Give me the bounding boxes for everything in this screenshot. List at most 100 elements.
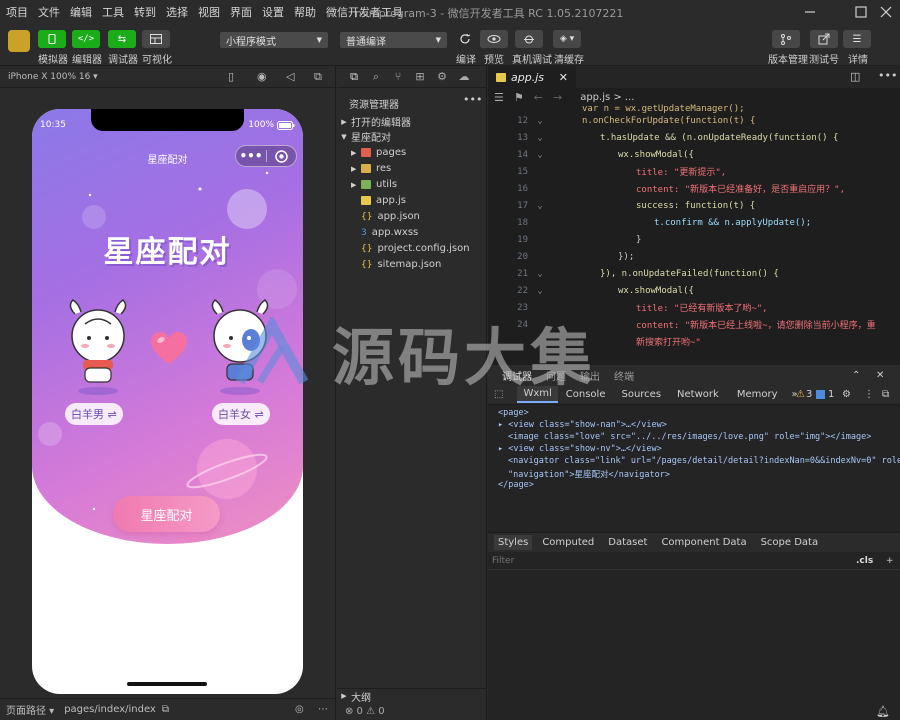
kebab-icon[interactable]: ⋮ [864, 389, 874, 400]
tree-item-utils[interactable]: ▶ utils [337, 177, 487, 192]
details-button[interactable]: ☰ [843, 30, 871, 48]
tab-problems[interactable]: 问题 [546, 368, 566, 383]
tab-terminal[interactable]: 终端 [614, 368, 634, 383]
clear-cache-button[interactable]: ◈ ▾ [553, 30, 581, 48]
wxml-node[interactable]: ▸ <view class="show-nan">…</view> [498, 420, 667, 430]
tree-item-res[interactable]: ▶ res [337, 161, 487, 176]
more-icon[interactable]: ••• [463, 93, 482, 106]
tab-styles[interactable]: Styles [494, 535, 533, 550]
tab-scope-data[interactable]: Scope Data [761, 537, 819, 548]
inspect-icon[interactable]: ⬚ [494, 389, 503, 400]
tree-item-project-config[interactable]: {} project.config.json [337, 241, 487, 256]
more-icon[interactable]: ⋯ [318, 704, 328, 715]
sheep-male-image[interactable] [65, 294, 131, 389]
split-editor-icon[interactable]: ◫ [850, 70, 860, 83]
tab-computed[interactable]: Computed [542, 537, 594, 548]
menu-tools[interactable]: 工具 [96, 4, 128, 20]
tab-memory[interactable]: Memory [737, 389, 778, 400]
tab-network[interactable]: Network [677, 389, 719, 400]
gear-icon[interactable]: ⚙ [842, 389, 851, 400]
files-icon[interactable]: ⧉ [343, 70, 365, 84]
menu-file[interactable]: 文件 [32, 4, 64, 20]
editor-toggle-button[interactable]: </> [72, 30, 100, 48]
copy-icon[interactable]: ⧉ [162, 704, 169, 715]
tree-item-pages[interactable]: ▶ pages [337, 145, 487, 160]
info-count[interactable]: 1 [828, 389, 834, 400]
eye-icon[interactable]: ◎ [295, 704, 304, 715]
extensions-icon[interactable]: ⊞ [409, 70, 431, 83]
tree-item-sitemap[interactable]: {} sitemap.json [337, 257, 487, 272]
test-account-button[interactable] [810, 30, 838, 48]
minimize-icon[interactable] [792, 0, 828, 24]
close-icon[interactable] [868, 0, 900, 24]
sheep-female-image[interactable] [207, 294, 273, 389]
menu-goto[interactable]: 转到 [128, 4, 160, 20]
compile-mode-select[interactable]: 普通编译 ▼ [340, 32, 447, 48]
search-icon[interactable]: ⌕ [365, 70, 387, 84]
menu-interface[interactable]: 界面 [224, 4, 256, 20]
menu-edit[interactable]: 编辑 [64, 4, 96, 20]
preview-button[interactable] [480, 30, 508, 48]
back-icon[interactable]: ◁ [286, 70, 294, 83]
debug-icon[interactable]: ⚙ [431, 70, 453, 83]
menu-help[interactable]: 帮助 [288, 4, 320, 20]
menu-view[interactable]: 视图 [192, 4, 224, 20]
match-button[interactable]: 星座配对 [113, 496, 220, 532]
close-miniprogram-icon[interactable] [267, 149, 296, 163]
debugger-toggle-button[interactable]: ⇆ [108, 30, 136, 48]
simulator-toggle-button[interactable] [38, 30, 66, 48]
tree-item-app-js[interactable]: app.js [337, 193, 487, 208]
wxml-node[interactable]: <navigator class="link" url="/pages/deta… [508, 456, 900, 466]
wxml-node[interactable]: <page> [498, 408, 529, 418]
tab-sources[interactable]: Sources [621, 389, 661, 400]
mode-select[interactable]: 小程序模式 ▼ [220, 32, 328, 48]
menu-select[interactable]: 选择 [160, 4, 192, 20]
add-rule-icon[interactable]: + [886, 556, 894, 566]
tree-item-app-wxss[interactable]: 3 app.wxss [337, 225, 487, 240]
record-icon[interactable]: ◉ [257, 70, 267, 83]
compile-button[interactable] [451, 30, 479, 48]
wxml-node[interactable]: <image class="love" src="../../res/image… [508, 432, 871, 442]
more-icon[interactable]: ••• [878, 69, 897, 82]
menu-settings[interactable]: 设置 [256, 4, 288, 20]
chevron-up-icon[interactable]: ⌃ [852, 370, 860, 381]
version-mgmt-button[interactable] [772, 30, 800, 48]
tab-component-data[interactable]: Component Data [661, 537, 746, 548]
visual-toggle-button[interactable] [142, 30, 170, 48]
outline-section[interactable]: ▶ 大纲 [337, 688, 487, 704]
more-icon[interactable]: ••• [236, 149, 266, 163]
wxml-node[interactable]: </page> [498, 480, 534, 490]
male-sign-picker[interactable]: 白羊男 ⇌ [65, 403, 123, 425]
open-editors-section[interactable]: ▶ 打开的编辑器 [337, 114, 487, 130]
problems-status[interactable]: ⊗ 0 ⚠ 0 [337, 704, 487, 719]
tab-console[interactable]: Console [566, 389, 606, 400]
menu-project[interactable]: 项目 [0, 4, 32, 20]
close-panel-icon[interactable]: ✕ [876, 370, 884, 381]
tree-item-app-json[interactable]: {} app.json [337, 209, 487, 224]
dock-icon[interactable]: ⧉ [882, 389, 889, 400]
styles-filter-input[interactable] [492, 555, 792, 566]
popout-icon[interactable]: ⧉ [314, 70, 322, 84]
device-select[interactable]: iPhone X 100% 16 ▾ [8, 72, 98, 82]
page-path-label[interactable]: 页面路径 ▾ [6, 702, 54, 717]
tab-dataset[interactable]: Dataset [608, 537, 647, 548]
tab-debugger[interactable]: 调试器 [502, 368, 532, 383]
tab-wxml[interactable]: Wxml [517, 386, 558, 403]
cloud-icon[interactable]: ☁ [453, 70, 475, 83]
avatar[interactable] [8, 30, 30, 52]
tab-output[interactable]: 输出 [580, 368, 600, 383]
wxml-node[interactable]: ▸ <view class="show-nv">…</view> [498, 444, 662, 454]
close-tab-icon[interactable]: ✕ [559, 71, 568, 84]
project-section[interactable]: ▼ 星座配对 [337, 129, 487, 145]
warning-count[interactable]: 3 [806, 389, 812, 400]
remote-debug-button[interactable] [515, 30, 543, 48]
menu-lines-icon: ☰ [852, 33, 862, 45]
female-sign-picker[interactable]: 白羊女 ⇌ [212, 403, 270, 425]
tab-app-js[interactable]: app.js ✕ [488, 66, 576, 88]
wxml-node[interactable]: "navigation">星座配对</navigator> [508, 468, 670, 480]
source-control-icon[interactable]: ⑂ [387, 70, 409, 83]
phone-icon[interactable]: ▯ [228, 70, 234, 83]
code-text: } [636, 234, 642, 245]
bell-icon[interactable]: 🔔︎ [876, 705, 890, 718]
cls-toggle[interactable]: .cls [856, 556, 873, 566]
